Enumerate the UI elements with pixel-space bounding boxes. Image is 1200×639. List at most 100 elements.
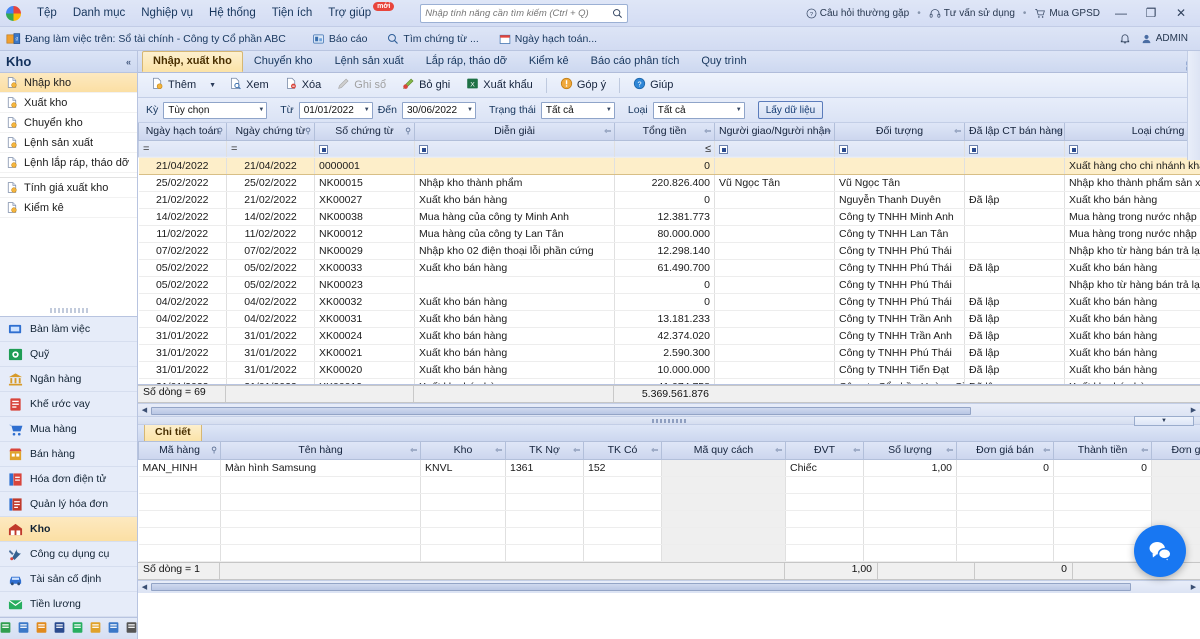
menu-item-he-thong[interactable]: Hệ thống [201,4,264,22]
user-add-icon[interactable] [89,621,102,637]
accounting-date-button[interactable]: Ngày hạch toán... [491,31,605,47]
search-input[interactable] [425,8,612,19]
sidebar-nav-kh-c-vay[interactable]: Khế ước vay [0,392,137,417]
doc-green-icon[interactable] [0,621,12,637]
filter-toggle-icon[interactable]: ⇦ [604,127,611,136]
toolbar-g-p-button[interactable]: Góp ý [553,74,613,96]
table-row[interactable]: 11/02/202211/02/2022NK00012Mua hàng của … [139,225,1200,242]
sidebar-item-ki-m-k[interactable]: Kiểm kê [0,198,137,218]
filter-toggle-icon[interactable]: ⚲ [305,127,311,136]
menu-item-tro-giup[interactable]: Trợ giúp mới [320,4,402,22]
scroll-right-icon[interactable]: ▶ [1187,406,1200,414]
table-row[interactable]: 05/02/202205/02/2022XK00033Xuất kho bán … [139,259,1200,276]
sidebar-nav-ng-n-h-ng[interactable]: Ngân hàng [0,367,137,392]
filter-toggle-icon[interactable]: ⇦ [704,127,711,136]
filter-toggle-icon[interactable]: ⇦ [1141,446,1148,455]
col-header-7[interactable]: Đã lập CT bán hàng⇦ [965,123,1065,140]
sidebar-nav-t-i-s-n-c-nh[interactable]: Tài sản cố định [0,567,137,592]
filter-toggle-icon[interactable]: ⇦ [946,446,953,455]
period-select[interactable]: Tùy chọn ▼ [163,102,267,119]
global-search[interactable] [420,4,628,23]
detail-col-header-7[interactable]: Số lượng⇦ [864,442,957,459]
window-restore-button[interactable]: ❐ [1138,4,1164,22]
scroll-left-icon[interactable]: ◀ [138,583,151,591]
detail-col-header-1[interactable]: Tên hàng⇦ [221,442,421,459]
window-minimize-button[interactable]: — [1108,4,1134,22]
filter-cell-5[interactable] [715,140,835,157]
detail-hscroll-thumb[interactable] [151,583,1131,591]
col-header-8[interactable]: Loại chứng từ⇦ [1065,123,1200,140]
doc-orange-icon[interactable] [35,621,48,637]
main-grid-hscrollbar[interactable]: ◀ ▶ [138,403,1200,416]
filter-toggle-icon[interactable]: ⇦ [573,446,580,455]
filter-toggle-icon[interactable]: ⇦ [410,446,417,455]
filter-toggle-icon[interactable]: ⇦ [651,446,658,455]
detail-col-header-8[interactable]: Đơn giá bán⇦ [957,442,1054,459]
user-menu[interactable]: ADMIN [1141,33,1188,45]
table-row[interactable]: 04/02/202204/02/2022XK00032Xuất kho bán … [139,293,1200,310]
status-select[interactable]: Tất cả ▼ [541,102,615,119]
money-icon[interactable] [71,621,84,637]
bell-icon[interactable] [1119,32,1131,45]
filter-toggle-icon[interactable]: ⇦ [1043,446,1050,455]
menu-item-danh-muc[interactable]: Danh mục [65,4,133,22]
sidebar-nav-qu[interactable]: Quỹ [0,342,137,367]
filter-cell-3[interactable] [415,140,615,157]
detail-grid-container[interactable]: Mã hàng⚲Tên hàng⇦Kho⇦TK Nợ⇦TK Có⇦Mã quy … [138,442,1200,562]
scroll-right-icon[interactable]: ▶ [1187,583,1200,591]
filter-toggle-icon[interactable]: ⚲ [211,446,217,455]
tab-ki-m-k[interactable]: Kiểm kê [518,51,580,72]
table-row[interactable]: 31/01/202231/01/2022XK00019Xuất kho bán … [139,378,1200,385]
detail-col-header-5[interactable]: Mã quy cách⇦ [662,442,786,459]
filter-toggle-icon[interactable]: ⇦ [824,127,831,136]
tab-b-o-c-o-ph-n-t-ch[interactable]: Báo cáo phân tích [580,51,691,72]
toolbar-x-a-button[interactable]: Xóa [278,74,329,96]
toolbar-b-ghi-button[interactable]: Bỏ ghi [395,74,457,96]
col-header-0[interactable]: Ngày hạch toán⚲ [139,123,227,140]
detail-hscroll-track[interactable] [151,582,1187,591]
filter-cell-7[interactable] [965,140,1065,157]
support-link[interactable]: Tư vấn sử dụng [925,6,1019,21]
main-hscroll-thumb[interactable] [151,407,971,415]
get-data-button[interactable]: Lấy dữ liệu [758,101,824,119]
main-grid-filter-row[interactable]: ==≤ [139,140,1200,157]
filter-toggle-icon[interactable]: ⇦ [954,127,961,136]
sidebar-nav-h-a-n-i-n-t[interactable]: Hóa đơn điện tử [0,467,137,492]
splitter-collapse-button[interactable]: ▼ [1134,416,1194,426]
filter-toggle-icon[interactable]: ⚲ [217,127,223,136]
sidebar-item-xu-t-kho[interactable]: Xuất kho [0,93,137,113]
toolbar-xu-t-kh-u-button[interactable]: XXuất khẩu [459,74,540,96]
table-row[interactable]: 21/02/202221/02/2022XK00027Xuất kho bán … [139,191,1200,208]
col-header-3[interactable]: Diễn giải⇦ [415,123,615,140]
sidebar-item-l-nh-l-p-r-p-th-o-d[interactable]: Lệnh lắp ráp, tháo dỡ [0,153,137,173]
detail-col-header-6[interactable]: ĐVT⇦ [786,442,864,459]
more-icon[interactable] [125,621,138,637]
main-grid-container[interactable]: Ngày hạch toán⚲Ngày chứng từ⚲Số chứng từ… [138,123,1200,385]
toolbar-th-m-button[interactable]: Thêm [144,74,203,96]
table-row[interactable]: 25/02/202225/02/2022NK00015Nhập kho thàn… [139,174,1200,191]
report-button[interactable]: Báo cáo [304,31,376,47]
filter-toggle-icon[interactable]: ⇦ [1054,127,1061,136]
table-row[interactable]: 05/02/202205/02/2022NK000230Công ty TNHH… [139,276,1200,293]
sidebar-item-t-nh-gi-xu-t-kho[interactable]: Tính giá xuất kho [0,178,137,198]
sidebar-collapse-button[interactable]: « [126,57,131,67]
sidebar-nav-c-ng-c-d-ng-c[interactable]: Công cụ dụng cụ [0,542,137,567]
filter-cell-0[interactable]: = [139,140,227,157]
find-document-button[interactable]: Tìm chứng từ ... [379,31,486,47]
toolbar-gi-p-button[interactable]: ?Giúp [626,74,680,96]
detail-col-header-2[interactable]: Kho⇦ [421,442,506,459]
detail-table-row[interactable]: MAN_HINHMàn hình SamsungKNVL1361152Chiếc… [139,459,1200,476]
detail-col-header-4[interactable]: TK Có⇦ [584,442,662,459]
doc-navy-icon[interactable] [53,621,66,637]
tab-chuy-n-kho[interactable]: Chuyển kho [243,51,324,72]
sidebar-nav-b-n-l-m-vi-c[interactable]: Bàn làm việc [0,317,137,342]
detail-col-header-0[interactable]: Mã hàng⚲ [139,442,221,459]
sidebar-item-chuy-n-kho[interactable]: Chuyển kho [0,113,137,133]
panel-splitter[interactable]: ▼ [138,416,1200,425]
sidebar-nav-ti-n-l-ng[interactable]: Tiền lương [0,592,137,617]
filter-cell-2[interactable] [315,140,415,157]
col-header-5[interactable]: Người giao/Người nhận⇦ [715,123,835,140]
from-date-select[interactable]: 01/01/2022 ▼ [299,102,373,119]
table-row[interactable]: 31/01/202231/01/2022XK00024Xuất kho bán … [139,327,1200,344]
filter-cell-8[interactable] [1065,140,1200,157]
